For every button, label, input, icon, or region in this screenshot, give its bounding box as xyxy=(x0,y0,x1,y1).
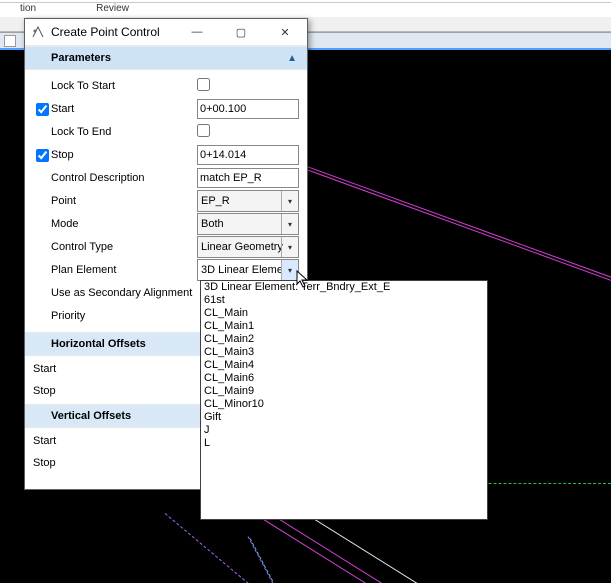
label-control-description: Control Description xyxy=(51,172,197,184)
stop-input[interactable] xyxy=(197,145,299,165)
plan-element-dropdown-list[interactable]: 3D Linear Element: Terr_Bndry_Ext_E61stC… xyxy=(200,280,488,520)
stop-enable-checkbox[interactable] xyxy=(36,149,49,162)
section-vertical-offsets-label: Vertical Offsets xyxy=(51,410,131,422)
ribbon-tabstrip: tion Review xyxy=(0,3,611,17)
dropdown-item[interactable]: CL_Minor10 xyxy=(201,398,487,411)
chevron-down-icon: ▾ xyxy=(281,237,298,257)
chevron-down-icon: ▾ xyxy=(281,214,298,234)
label-lock-to-end: Lock To End xyxy=(51,126,197,138)
start-input[interactable] xyxy=(197,99,299,119)
dialog-titlebar[interactable]: Create Point Control — ▢ ✕ xyxy=(25,19,307,46)
dropdown-item[interactable]: Gift xyxy=(201,411,487,424)
point-combo-value: EP_R xyxy=(201,195,230,207)
dropdown-item[interactable]: CL_Main9 xyxy=(201,385,487,398)
start-enable-checkbox[interactable] xyxy=(36,103,49,116)
chevron-down-icon: ▾ xyxy=(281,260,298,280)
dialog-title: Create Point Control xyxy=(51,25,175,39)
label-lock-to-start: Lock To Start xyxy=(51,80,197,92)
label-mode: Mode xyxy=(51,218,197,230)
dialog-icon xyxy=(31,25,45,39)
point-combo[interactable]: EP_R ▾ xyxy=(197,190,299,212)
label-point: Point xyxy=(51,195,197,207)
dropdown-item[interactable]: CL_Main2 xyxy=(201,333,487,346)
label-priority: Priority xyxy=(51,310,197,322)
minimize-button[interactable]: — xyxy=(175,19,219,45)
label-control-type: Control Type xyxy=(51,241,197,253)
label-stop: Stop xyxy=(51,149,197,161)
control-type-combo[interactable]: Linear Geometry▾ xyxy=(197,236,299,258)
label-v-offset-stop: Stop xyxy=(33,457,56,469)
plan-element-combo-value: 3D Linear Element xyxy=(201,264,292,276)
dropdown-item[interactable]: 61st xyxy=(201,294,487,307)
chevron-down-icon: ▾ xyxy=(281,191,298,211)
dropdown-item[interactable]: CL_Main1 xyxy=(201,320,487,333)
control-description-input[interactable] xyxy=(197,168,299,188)
section-parameters-label: Parameters xyxy=(51,52,111,64)
control-type-combo-value: Linear Geometry xyxy=(201,241,283,253)
lock-to-start-checkbox[interactable] xyxy=(197,78,210,91)
plan-element-combo[interactable]: 3D Linear Element▾ xyxy=(197,259,299,281)
close-button[interactable]: ✕ xyxy=(263,19,307,45)
mode-combo-value: Both xyxy=(201,218,224,230)
maximize-button[interactable]: ▢ xyxy=(219,19,263,45)
label-h-offset-start: Start xyxy=(33,363,56,375)
label-use-secondary-alignment: Use as Secondary Alignment xyxy=(51,287,197,299)
lock-to-end-checkbox[interactable] xyxy=(197,124,210,137)
mode-combo[interactable]: Both ▾ xyxy=(197,213,299,235)
dropdown-item[interactable]: 3D Linear Element: Terr_Bndry_Ext_E xyxy=(201,281,487,294)
dropdown-item[interactable]: L xyxy=(201,437,487,450)
label-h-offset-stop: Stop xyxy=(33,385,56,397)
label-start: Start xyxy=(51,103,197,115)
dropdown-item[interactable]: J xyxy=(201,424,487,437)
ribbon-tab-partial[interactable]: tion xyxy=(20,3,36,14)
section-horizontal-offsets-label: Horizontal Offsets xyxy=(51,338,146,350)
section-parameters[interactable]: Parameters ▲ xyxy=(25,46,307,70)
ribbon-tab-review[interactable]: Review xyxy=(96,3,129,14)
dropdown-item[interactable]: CL_Main3 xyxy=(201,346,487,359)
label-plan-element: Plan Element xyxy=(51,264,197,276)
dropdown-item[interactable]: CL_Main xyxy=(201,307,487,320)
cad-line xyxy=(165,513,319,583)
dropdown-item[interactable]: CL_Main6 xyxy=(201,372,487,385)
label-v-offset-start: Start xyxy=(33,435,56,447)
collapse-icon: ▲ xyxy=(287,53,297,64)
dropdown-item[interactable]: CL_Main4 xyxy=(201,359,487,372)
